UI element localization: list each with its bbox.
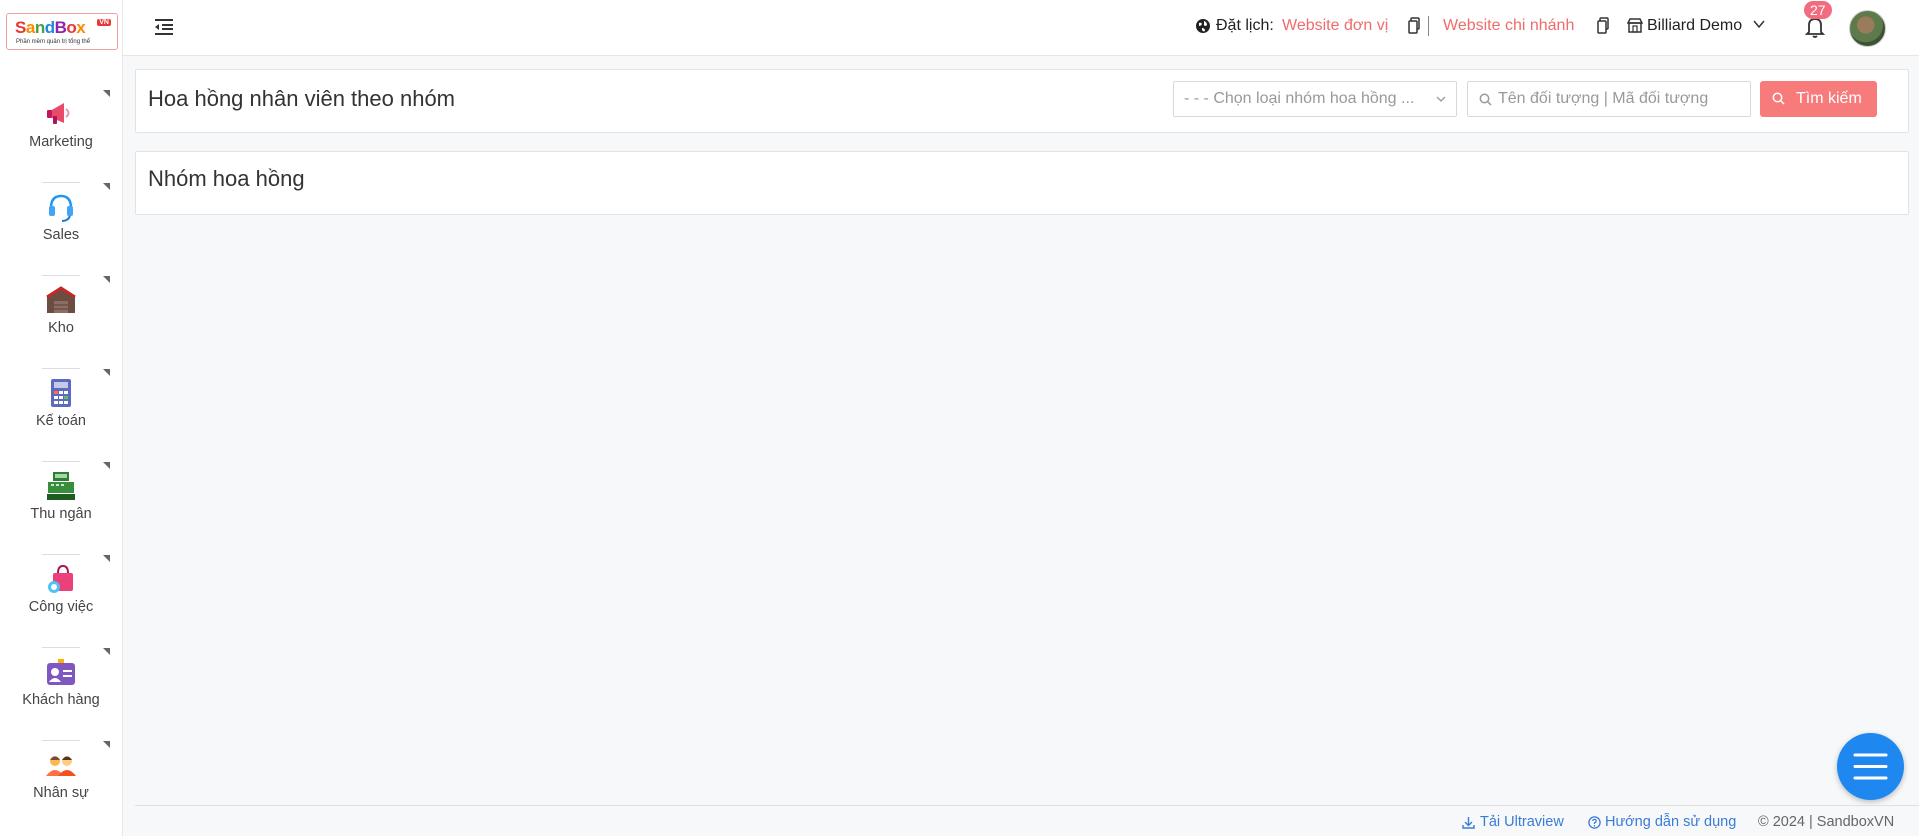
footer: Tải Ultraview Hướng dẫn sử dụng © 2024 |… [135,805,1919,836]
sidebar-item-ke-toan[interactable]: Kế toán [0,369,122,462]
brand-logo[interactable]: SandBox VN Phần mềm quản trị tổng thể [6,13,118,50]
divider [1428,16,1429,36]
chevron-down-icon [1436,96,1446,102]
copy-icon[interactable] [1407,17,1421,35]
top-header: Đặt lịch: Website đơn vị Website chi nhá… [123,0,1919,56]
search-icon [1479,93,1492,106]
hamburger-icon [1853,753,1888,780]
megaphone-icon [47,103,70,124]
sidebar-item-kho[interactable]: Kho [0,276,122,369]
sidebar-item-thu-ngan[interactable]: Thu ngân [0,462,122,555]
search-icon [1772,92,1785,105]
floating-menu-button[interactable] [1837,733,1904,800]
calculator-icon [51,379,71,407]
select-placeholder: - - - Chọn loại nhóm hoa hồng ... [1184,90,1415,107]
sidebar-item-label: Nhân sự [33,785,89,801]
expand-caret-icon [103,369,110,376]
search-button-label: Tìm kiếm [1796,90,1862,107]
sidebar-item-label: Công việc [28,599,94,615]
sidebar-item-khach-hang[interactable]: Khách hàng [0,648,122,741]
avatar[interactable] [1849,10,1886,47]
id-card-icon [47,659,75,685]
sidebar-item-cong-viec[interactable]: Công việc [0,555,122,648]
filter-card: Hoa hồng nhân viên theo nhóm - - - Chọn … [135,69,1909,133]
sidebar-item-label: Kế toán [36,413,86,429]
expand-caret-icon [103,276,110,283]
sidebar-item-label: Kho [48,320,74,336]
download-ultraview-link[interactable]: Tải Ultraview [1480,814,1564,830]
warehouse-icon [46,286,76,313]
expand-caret-icon [103,462,110,469]
search-input[interactable] [1498,82,1746,116]
shopping-bag-icon [48,564,73,593]
expand-caret-icon [103,555,110,562]
search-button[interactable]: Tìm kiếm [1760,81,1877,117]
expand-caret-icon [103,183,110,190]
cash-register-icon [47,472,75,500]
booking-label: Đặt lịch: [1216,17,1274,34]
globe-icon [1196,19,1210,33]
sidebar-item-label: Thu ngân [30,506,92,522]
website-branch-link[interactable]: Website chi nhánh [1443,17,1574,35]
store-icon [1627,18,1643,33]
sidebar-item-nhan-su[interactable]: Nhân sự [0,741,122,834]
copyright-text: © 2024 | SandboxVN [1758,814,1895,830]
expand-caret-icon [103,90,110,97]
commission-group-card: Nhóm hoa hồng [135,151,1909,215]
sidebar-item-sales[interactable]: Sales [0,183,122,276]
brand-tagline: Phần mềm quản trị tổng thể [16,39,91,45]
download-icon [1462,817,1475,829]
chevron-down-icon [1753,20,1765,29]
store-selector[interactable]: Billiard Demo [1627,12,1767,42]
people-icon [46,756,76,776]
sidebar: SandBox VN Phần mềm quản trị tổng thể Ma… [0,0,123,836]
search-field[interactable] [1467,81,1751,117]
sidebar-item-label: Marketing [29,134,93,150]
store-name: Billiard Demo [1647,17,1743,34]
copy-icon[interactable] [1596,17,1610,35]
commission-group-select[interactable]: - - - Chọn loại nhóm hoa hồng ... [1173,81,1457,117]
sidebar-item-label: Sales [42,227,80,243]
page-title: Hoa hồng nhân viên theo nhóm [148,86,456,111]
user-guide-link[interactable]: Hướng dẫn sử dụng [1605,814,1736,830]
brand-vn-badge: VN [97,19,111,26]
expand-caret-icon [103,741,110,748]
notification-badge: 27 [1804,1,1832,19]
menu-toggle-icon[interactable] [153,17,175,37]
expand-caret-icon [103,648,110,655]
brand-wordmark: SandBox [15,18,86,37]
sidebar-item-marketing[interactable]: Marketing [0,90,122,183]
help-icon [1588,816,1601,829]
sidebar-item-label: Khách hàng [22,692,100,708]
headset-icon [49,194,73,222]
website-unit-link[interactable]: Website đơn vị [1282,17,1388,35]
section-title: Nhóm hoa hồng [148,166,305,191]
